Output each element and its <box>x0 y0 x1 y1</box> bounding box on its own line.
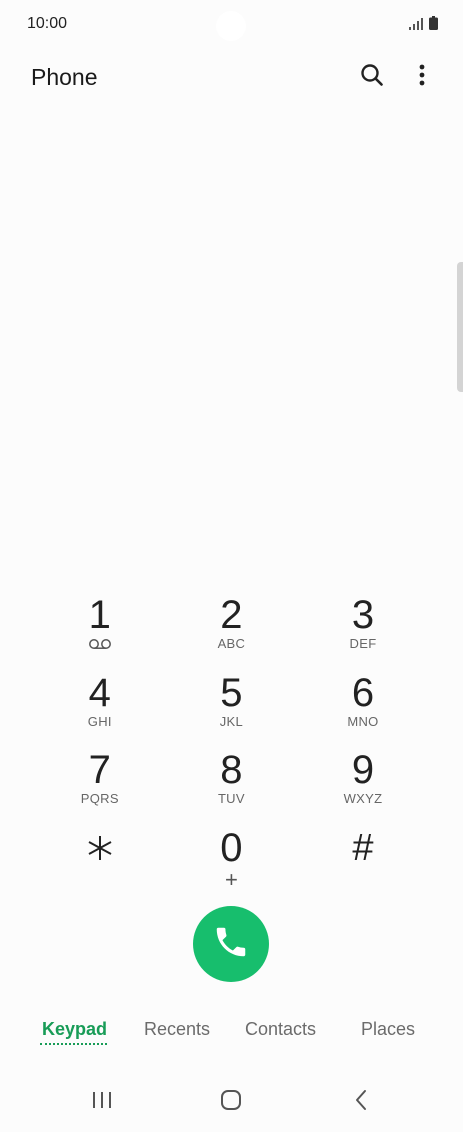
phone-call-icon <box>212 923 250 966</box>
back-icon <box>353 1089 369 1116</box>
key-7[interactable]: 7 PQRS <box>34 747 166 825</box>
key-letters: + <box>224 866 238 892</box>
key-digit: 9 <box>351 748 375 792</box>
key-letters: ABC <box>217 636 246 651</box>
key-hash[interactable]: # <box>297 825 429 903</box>
more-options-button[interactable] <box>408 62 436 92</box>
key-digit: # <box>352 826 374 869</box>
key-star[interactable] <box>34 825 166 903</box>
battery-icon <box>429 16 438 30</box>
key-digit: 2 <box>220 593 243 637</box>
key-digit: 3 <box>351 593 375 637</box>
edge-panel-handle[interactable] <box>457 262 463 392</box>
key-letters: WXYZ <box>343 791 383 806</box>
key-digit: 7 <box>88 748 111 792</box>
tab-recents[interactable]: Recents <box>144 1019 210 1040</box>
bottom-tabs: Keypad Recents Contacts Places <box>0 1010 463 1060</box>
search-icon <box>360 63 384 92</box>
recent-apps-icon <box>91 1090 113 1115</box>
key-letters: PQRS <box>80 791 119 806</box>
key-4[interactable]: 4 GHI <box>34 670 166 748</box>
call-button[interactable] <box>193 906 269 982</box>
status-bar: 10:00 <box>0 0 463 48</box>
key-letters: TUV <box>217 791 245 806</box>
key-2[interactable]: 2 ABC <box>166 592 298 670</box>
key-6[interactable]: 6 MNO <box>297 670 429 748</box>
status-icons <box>409 16 438 30</box>
active-tab-indicator <box>40 1043 107 1045</box>
back-button[interactable] <box>345 1088 377 1116</box>
tab-places[interactable]: Places <box>361 1019 415 1040</box>
home-icon <box>220 1089 242 1116</box>
tab-contacts[interactable]: Contacts <box>245 1019 316 1040</box>
key-letters: GHI <box>87 713 112 729</box>
camera-cutout <box>216 11 246 41</box>
tab-keypad[interactable]: Keypad <box>42 1019 107 1040</box>
key-letters: MNO <box>347 713 379 729</box>
app-bar: Phone <box>0 48 463 106</box>
key-digit: 8 <box>220 748 243 792</box>
page-title: Phone <box>31 64 98 90</box>
key-letters: JKL <box>219 713 244 729</box>
asterisk-icon <box>85 825 115 871</box>
home-button[interactable] <box>215 1088 247 1116</box>
search-button[interactable] <box>357 62 387 92</box>
key-1[interactable]: 1 <box>34 592 166 670</box>
key-digit: 1 <box>88 593 111 637</box>
navigation-bar <box>0 1074 463 1132</box>
key-5[interactable]: 5 JKL <box>166 670 298 748</box>
key-3[interactable]: 3 DEF <box>297 592 429 670</box>
status-time: 10:00 <box>27 15 68 32</box>
more-vertical-icon <box>419 64 425 91</box>
key-digit: 4 <box>88 670 111 715</box>
signal-icon <box>409 18 423 30</box>
voicemail-icon <box>88 636 112 652</box>
key-letters: DEF <box>349 636 377 651</box>
key-8[interactable]: 8 TUV <box>166 747 298 825</box>
key-digit: 0 <box>220 825 243 870</box>
key-digit: 6 <box>351 670 375 715</box>
key-0[interactable]: 0 + <box>166 825 298 903</box>
key-9[interactable]: 9 WXYZ <box>297 747 429 825</box>
dial-keypad: 1 2 ABC 3 DEF 4 GHI 5 JKL 6 MNO 7 PQRS 8… <box>34 592 429 902</box>
key-digit: 5 <box>220 670 243 715</box>
recent-apps-button[interactable] <box>86 1088 118 1116</box>
